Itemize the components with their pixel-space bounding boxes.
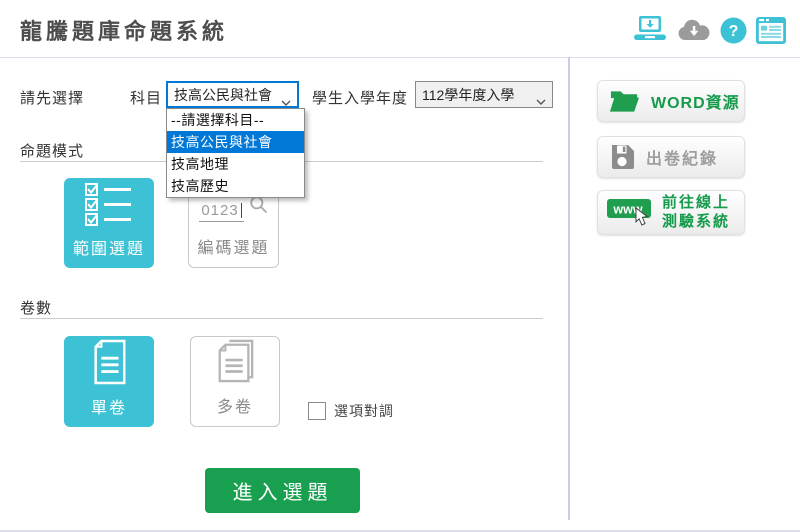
app-window: 龍騰題庫命題系統 ? [0,0,800,532]
code-input-row[interactable]: 0123 [199,195,267,222]
www-cursor-icon: www [606,197,654,228]
vertical-divider [568,57,570,520]
cloud-download-icon[interactable] [677,18,711,43]
subject-option[interactable]: --請選擇科目-- [167,109,304,131]
subject-label: 科目 [130,87,162,108]
word-resource-label: WORD資源 [651,89,740,113]
word-resource-button[interactable]: WORD資源 [597,80,745,122]
swap-options-checkbox[interactable] [308,402,326,420]
multi-paper-button[interactable]: 多卷 [190,336,280,427]
multi-paper-label: 多卷 [217,393,253,417]
exam-record-button[interactable]: 出卷紀錄 [597,136,745,178]
papers-section-title: 卷數 [20,297,52,318]
subject-option[interactable]: 技高歷史 [167,175,304,197]
chevron-down-icon [281,93,291,109]
floppy-disk-icon [609,144,635,170]
section-divider [20,318,543,319]
subject-dropdown-list: --請選擇科目-- 技高公民與社會 技高地理 技高歷史 [166,108,305,198]
help-icon[interactable]: ? [720,17,747,44]
header-icon-bar: ? [632,16,786,44]
online-test-label: 前往線上 測驗系統 [662,194,730,232]
year-select[interactable]: 112學年度入學 [415,81,553,108]
code-input[interactable]: 0123 [199,202,243,222]
svg-text:?: ? [729,23,739,40]
multi-document-icon [214,337,256,385]
chevron-down-icon [536,92,546,108]
online-test-button[interactable]: www 前往線上 測驗系統 [597,190,745,235]
swap-options-row: 選項對調 [308,401,394,421]
subject-select-value: 技高公民與社會 [174,85,272,105]
single-paper-label: 單卷 [91,394,127,418]
single-paper-button[interactable]: 單卷 [64,336,154,427]
mode-section-title: 命題模式 [20,140,84,161]
year-label: 學生入學年度 [312,87,408,108]
laptop-download-icon[interactable] [632,16,668,44]
page-title: 龍騰題庫命題系統 [20,14,228,46]
exam-record-label: 出卷紀錄 [646,145,718,169]
subject-option[interactable]: 技高地理 [167,153,304,175]
text-caret [241,203,242,218]
header-divider [0,57,800,58]
prompt-label: 請先選擇 [20,87,84,108]
code-select-label: 編碼選題 [197,234,269,258]
year-select-value: 112學年度入學 [422,85,514,105]
checklist-icon [85,181,133,227]
folder-open-icon [609,88,640,114]
exam-records-icon[interactable] [756,17,786,44]
range-select-button[interactable]: 範圍選題 [64,178,154,268]
subject-select[interactable]: 技高公民與社會 [166,81,299,108]
swap-options-label: 選項對調 [334,401,394,421]
enter-selection-button[interactable]: 進入選題 [205,468,360,513]
range-select-label: 範圍選題 [73,235,145,259]
subject-option-selected[interactable]: 技高公民與社會 [167,131,304,153]
single-document-icon [89,338,129,386]
